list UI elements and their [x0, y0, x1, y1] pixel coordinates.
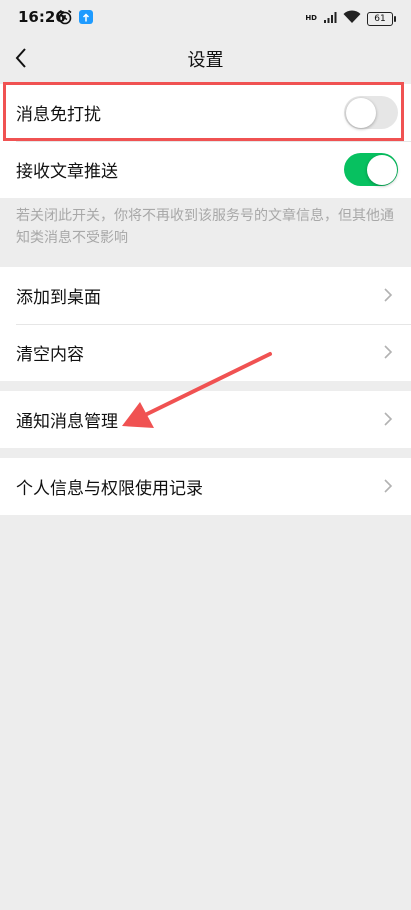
- do-not-disturb-row[interactable]: 消息免打扰: [0, 84, 411, 141]
- add-to-desktop-row[interactable]: 添加到桌面: [0, 267, 411, 324]
- hint-text: 若关闭此开关，你将不再收到该服务号的文章信息，但其他通知类消息不受影响: [16, 208, 394, 246]
- article-push-label: 接收文章推送: [16, 162, 118, 182]
- hd-label: HD: [305, 14, 317, 22]
- toggle-knob: [366, 154, 397, 185]
- article-push-row[interactable]: 接收文章推送: [0, 141, 411, 198]
- chevron-right-icon: [383, 344, 393, 360]
- add-to-desktop-label: 添加到桌面: [16, 288, 101, 308]
- article-push-toggle[interactable]: [344, 153, 398, 186]
- privacy-records-label: 个人信息与权限使用记录: [16, 479, 203, 499]
- do-not-disturb-label: 消息免打扰: [16, 105, 101, 125]
- battery-indicator: 61: [367, 11, 396, 26]
- alarm-clock-icon: [57, 9, 73, 29]
- chevron-right-icon: [383, 478, 393, 494]
- page-title: 设置: [187, 50, 224, 71]
- do-not-disturb-toggle[interactable]: [344, 96, 398, 129]
- notification-management-label: 通知消息管理: [16, 412, 118, 432]
- toggle-knob: [345, 97, 376, 128]
- menu-group-privacy: 个人信息与权限使用记录: [0, 458, 411, 515]
- chevron-right-icon: [383, 287, 393, 303]
- notification-management-row[interactable]: 通知消息管理: [0, 391, 411, 448]
- menu-group-notifications: 通知消息管理: [0, 391, 411, 448]
- upload-notification-icon: [79, 10, 93, 24]
- chevron-right-icon: [383, 411, 393, 427]
- clear-content-label: 清空内容: [16, 345, 84, 365]
- cell-signal-icon: [323, 9, 337, 28]
- status-bar: 16:26 HD 61: [0, 0, 411, 34]
- toggle-group: 消息免打扰 接收文章推送: [0, 84, 411, 198]
- menu-group-desktop: 添加到桌面 清空内容: [0, 267, 411, 381]
- nav-bar: 设置: [0, 34, 411, 82]
- wifi-icon: [343, 9, 361, 28]
- clear-content-row[interactable]: 清空内容: [0, 324, 411, 381]
- privacy-records-row[interactable]: 个人信息与权限使用记录: [0, 458, 411, 515]
